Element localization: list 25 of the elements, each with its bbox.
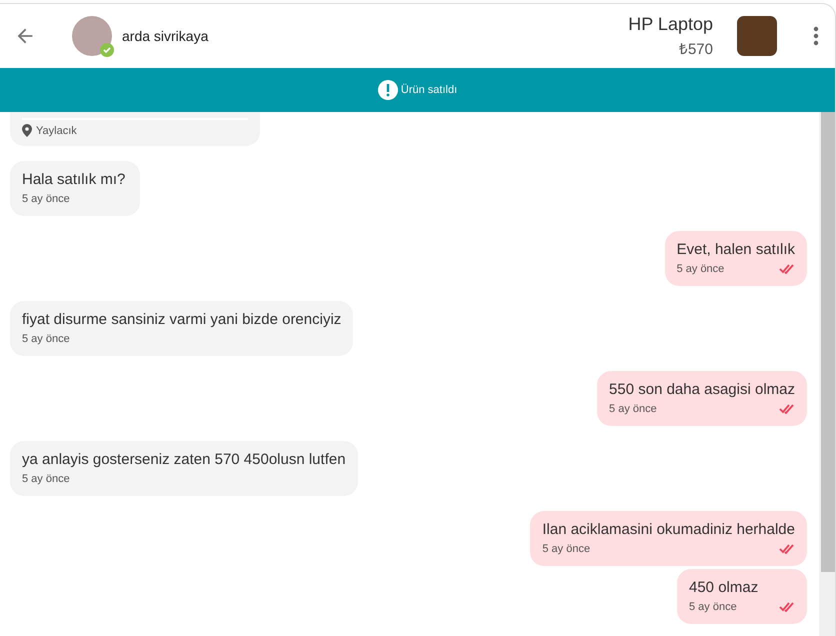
product-price: ₺570	[678, 40, 713, 58]
message-text: 550 son daha asagisi olmaz	[609, 381, 795, 398]
photo-placeholder	[737, 16, 777, 56]
message-time: 5 ay önce	[22, 193, 70, 205]
message-text: 450 olmaz	[689, 579, 760, 596]
banner-text: Ürün satıldı	[400, 84, 458, 96]
message-text: Hala satılık mı?	[22, 171, 126, 188]
message-time: 5 ay önce	[689, 601, 737, 613]
message-text: Ilan aciklamasini okumadiniz herhalde	[542, 521, 795, 538]
message-time: 5 ay önce	[22, 473, 70, 485]
message-time: 5 ay önce	[676, 263, 724, 275]
product-title: HP Laptop	[628, 14, 713, 35]
message-text: fiyat disurme sansiniz varmi yani bizde orenciyiz	[22, 311, 342, 328]
location-pin-icon	[22, 124, 32, 137]
message-text: Evet, halen satılık	[676, 241, 795, 258]
user-name: arda sivrikaya	[122, 28, 208, 44]
location-text: Yaylacık	[36, 124, 77, 136]
avatar	[72, 16, 112, 56]
message-time: 5 ay önce	[22, 333, 70, 345]
alert-icon	[378, 80, 398, 100]
scrollbar[interactable]	[819, 112, 835, 636]
message-time: 5 ay önce	[609, 403, 657, 415]
message-text: ya anlayis gosterseniz zaten 570 450olusn lutfen	[22, 451, 346, 468]
message-time: 5 ay önce	[542, 543, 590, 555]
more-icon	[813, 26, 819, 46]
